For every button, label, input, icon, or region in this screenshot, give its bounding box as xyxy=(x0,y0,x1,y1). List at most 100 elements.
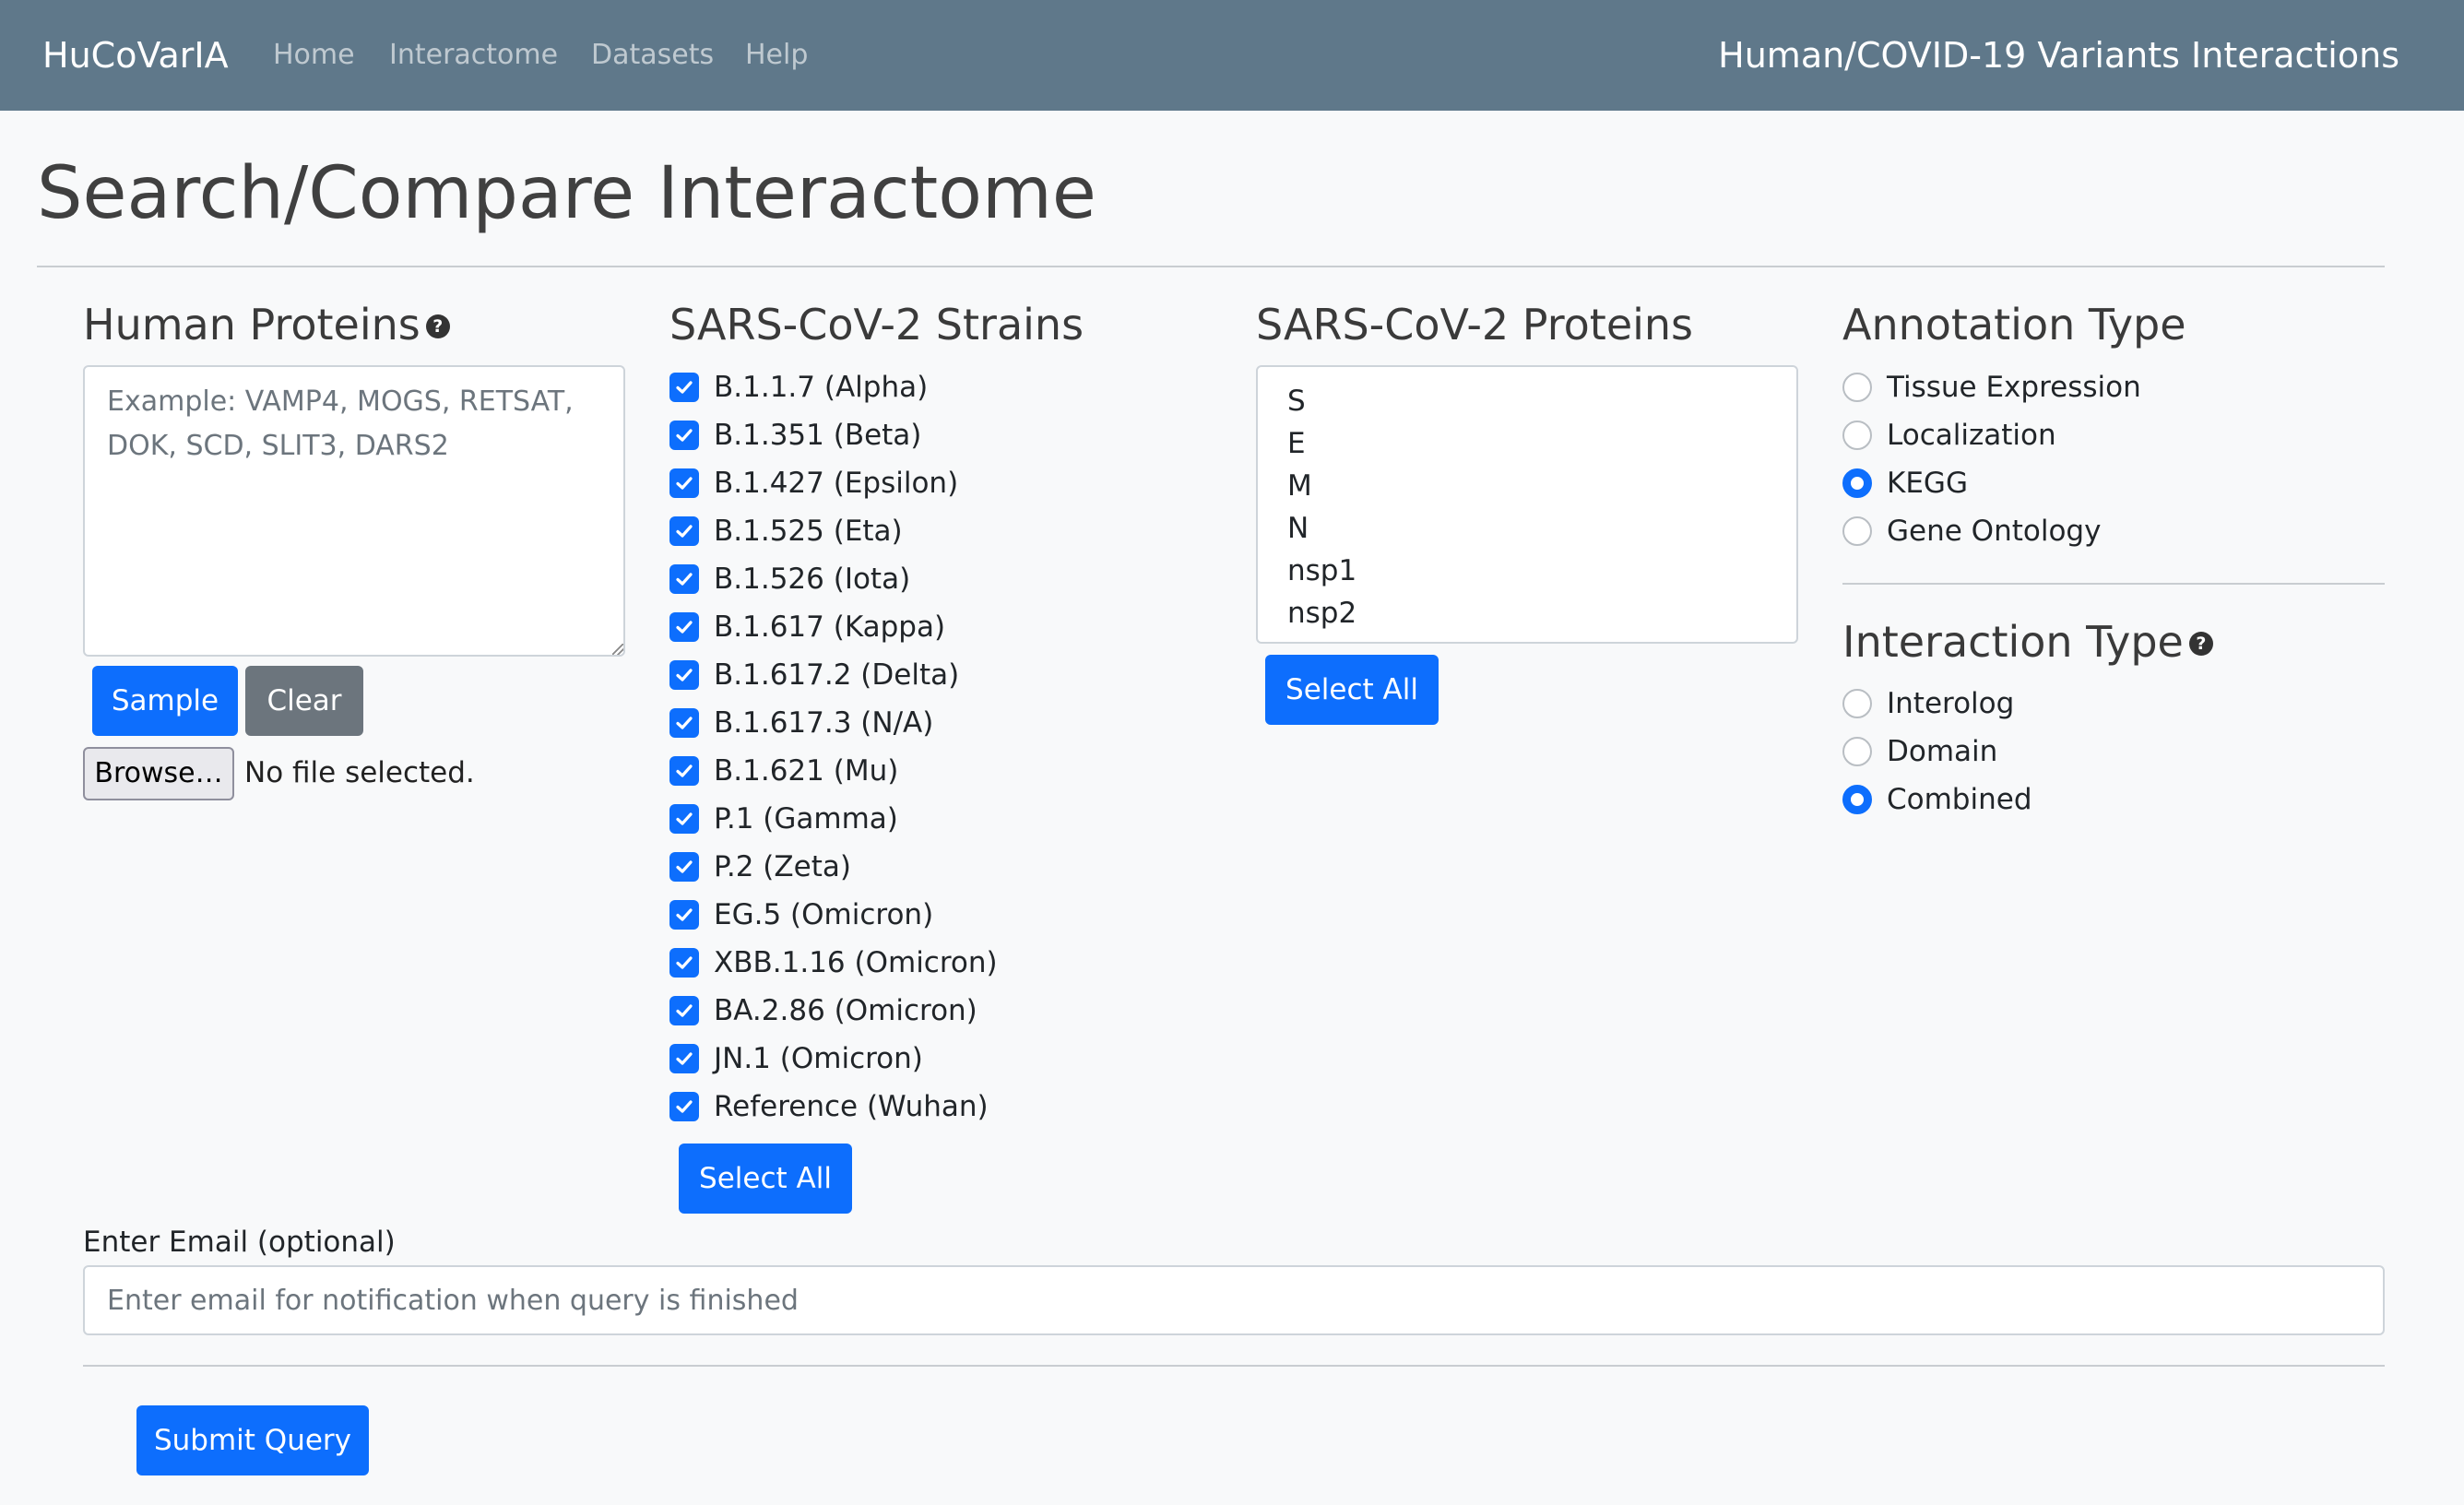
strain-checkbox-row[interactable]: P.1 (Gamma) xyxy=(669,800,898,837)
proteins-select-all-button[interactable]: Select All xyxy=(1265,655,1439,725)
protein-option[interactable]: M xyxy=(1287,465,1312,507)
annotation-radio[interactable] xyxy=(1842,516,1872,546)
strain-checkbox-row[interactable]: B.1.617.3 (N/A) xyxy=(669,705,933,741)
checkbox-checked-icon[interactable] xyxy=(669,996,699,1025)
strain-label: B.1.1.7 (Alpha) xyxy=(714,371,929,404)
strain-label: P.2 (Zeta) xyxy=(714,850,851,883)
annotation-radio-row[interactable]: Tissue Expression xyxy=(1842,369,2141,406)
protein-select-list[interactable]: S E M Nnsp1 nsp2 xyxy=(1256,365,1798,644)
submit-query-button[interactable]: Submit Query xyxy=(136,1405,369,1475)
strain-checkbox-row[interactable]: B.1.1.7 (Alpha) xyxy=(669,369,928,406)
interaction-radio-row[interactable]: Domain xyxy=(1842,733,1997,770)
checkbox-checked-icon[interactable] xyxy=(669,756,699,786)
strain-checkbox-row[interactable]: B.1.617 (Kappa) xyxy=(669,609,945,646)
browse-file-button[interactable]: Browse… xyxy=(83,747,234,800)
resize-grip-icon[interactable] xyxy=(612,644,623,655)
checkbox-checked-icon[interactable] xyxy=(669,804,699,834)
strain-checkbox-row[interactable]: EG.5 (Omicron) xyxy=(669,896,933,933)
protein-option[interactable]: E xyxy=(1287,422,1306,465)
checkbox-checked-icon[interactable] xyxy=(669,1044,699,1073)
strain-checkbox-row[interactable]: B.1.617.2 (Delta) xyxy=(669,657,959,693)
annotation-radio[interactable] xyxy=(1842,468,1872,498)
checkbox-checked-icon[interactable] xyxy=(669,1092,699,1121)
site-tagline: Human/COVID-19 Variants Interactions xyxy=(1718,35,2399,76)
checkbox-checked-icon[interactable] xyxy=(669,948,699,978)
checkbox-checked-icon[interactable] xyxy=(669,468,699,498)
file-status: No file selected. xyxy=(244,756,475,789)
checkbox-checked-icon[interactable] xyxy=(669,852,699,882)
strain-label: B.1.351 (Beta) xyxy=(714,419,922,452)
annotation-radio-row[interactable]: Localization xyxy=(1842,417,2056,454)
brand-logo[interactable]: HuCoVarIA xyxy=(42,33,229,77)
question-circle-icon[interactable]: ? xyxy=(425,314,450,338)
annotation-radio[interactable] xyxy=(1842,373,1872,402)
strain-checkbox-row[interactable]: B.1.621 (Mu) xyxy=(669,752,898,789)
strain-label: B.1.621 (Mu) xyxy=(714,754,899,788)
annotation-radio-label: Gene Ontology xyxy=(1887,515,2102,548)
annotation-heading: Annotation Type xyxy=(1842,300,2186,350)
interaction-radio[interactable] xyxy=(1842,785,1872,814)
checkbox-checked-icon[interactable] xyxy=(669,612,699,642)
strain-label: B.1.427 (Epsilon) xyxy=(714,467,959,500)
checkbox-checked-icon[interactable] xyxy=(669,516,699,546)
strain-checkbox-row[interactable]: JN.1 (Omicron) xyxy=(669,1040,923,1077)
nav-home[interactable]: Home xyxy=(273,37,355,74)
strains-heading: SARS-CoV-2 Strains xyxy=(669,300,1084,350)
human-proteins-title: Human Proteins xyxy=(83,300,421,350)
annotation-radio-label: Tissue Expression xyxy=(1887,371,2141,404)
strain-checkbox-row[interactable]: B.1.526 (Iota) xyxy=(669,561,910,598)
nav-interactome[interactable]: Interactome xyxy=(389,37,558,74)
email-input[interactable] xyxy=(83,1265,2385,1335)
strain-label: EG.5 (Omicron) xyxy=(714,898,934,931)
strain-label: B.1.617 (Kappa) xyxy=(714,610,946,644)
sample-button[interactable]: Sample xyxy=(92,666,238,736)
strain-label: P.1 (Gamma) xyxy=(714,802,898,835)
strain-checkbox-row[interactable]: B.1.351 (Beta) xyxy=(669,417,921,454)
strain-label: XBB.1.16 (Omicron) xyxy=(714,946,998,979)
strain-label: B.1.617.3 (N/A) xyxy=(714,706,934,740)
annotation-radio-label: Localization xyxy=(1887,419,2056,452)
strain-label: BA.2.86 (Omicron) xyxy=(714,994,977,1027)
interaction-radio[interactable] xyxy=(1842,689,1872,718)
interaction-radio-row[interactable]: Combined xyxy=(1842,781,2032,818)
human-proteins-textarea[interactable] xyxy=(83,365,625,657)
strain-checkbox-row[interactable]: B.1.525 (Eta) xyxy=(669,513,903,550)
email-label: Enter Email (optional) xyxy=(83,1226,396,1259)
checkbox-checked-icon[interactable] xyxy=(669,708,699,738)
strain-checkbox-row[interactable]: P.2 (Zeta) xyxy=(669,848,851,885)
proteins-heading: SARS-CoV-2 Proteins xyxy=(1256,300,1694,350)
strain-checkbox-row[interactable]: B.1.427 (Epsilon) xyxy=(669,465,958,502)
checkbox-checked-icon[interactable] xyxy=(669,900,699,930)
strain-label: JN.1 (Omicron) xyxy=(714,1042,923,1075)
strains-select-all-button[interactable]: Select All xyxy=(679,1144,852,1214)
nav-help[interactable]: Help xyxy=(745,37,808,74)
question-circle-icon[interactable]: ? xyxy=(2188,631,2213,656)
email-divider xyxy=(83,1365,2385,1367)
annotation-radio-row[interactable]: KEGG xyxy=(1842,465,1968,502)
strain-checkbox-row[interactable]: BA.2.86 (Omicron) xyxy=(669,992,977,1029)
annotation-radio[interactable] xyxy=(1842,421,1872,450)
navbar: HuCoVarIA Home Interactome Datasets Help… xyxy=(0,0,2464,111)
strain-checkbox-row[interactable]: XBB.1.16 (Omicron) xyxy=(669,944,998,981)
checkbox-checked-icon[interactable] xyxy=(669,564,699,594)
page-title: Search/Compare Interactome xyxy=(37,152,1096,235)
interaction-radio-label: Interolog xyxy=(1887,687,2015,720)
clear-button[interactable]: Clear xyxy=(245,666,363,736)
protein-option[interactable]: N xyxy=(1287,507,1309,550)
interaction-radio[interactable] xyxy=(1842,737,1872,766)
nav-datasets[interactable]: Datasets xyxy=(591,37,714,74)
interaction-radio-label: Combined xyxy=(1887,783,2032,816)
checkbox-checked-icon[interactable] xyxy=(669,660,699,690)
annotation-radio-row[interactable]: Gene Ontology xyxy=(1842,513,2101,550)
checkbox-checked-icon[interactable] xyxy=(669,373,699,402)
protein-option[interactable]: nsp1 xyxy=(1287,550,1356,592)
strain-label: Reference (Wuhan) xyxy=(714,1090,989,1123)
checkbox-checked-icon[interactable] xyxy=(669,421,699,450)
strain-checkbox-row[interactable]: Reference (Wuhan) xyxy=(669,1088,989,1125)
strain-label: B.1.526 (Iota) xyxy=(714,563,911,596)
interaction-radio-row[interactable]: Interolog xyxy=(1842,685,2014,722)
protein-option[interactable]: S xyxy=(1287,380,1306,422)
title-divider xyxy=(37,266,2385,267)
interaction-title: Interaction Type xyxy=(1842,617,2184,667)
protein-option[interactable]: nsp2 xyxy=(1287,592,1356,634)
